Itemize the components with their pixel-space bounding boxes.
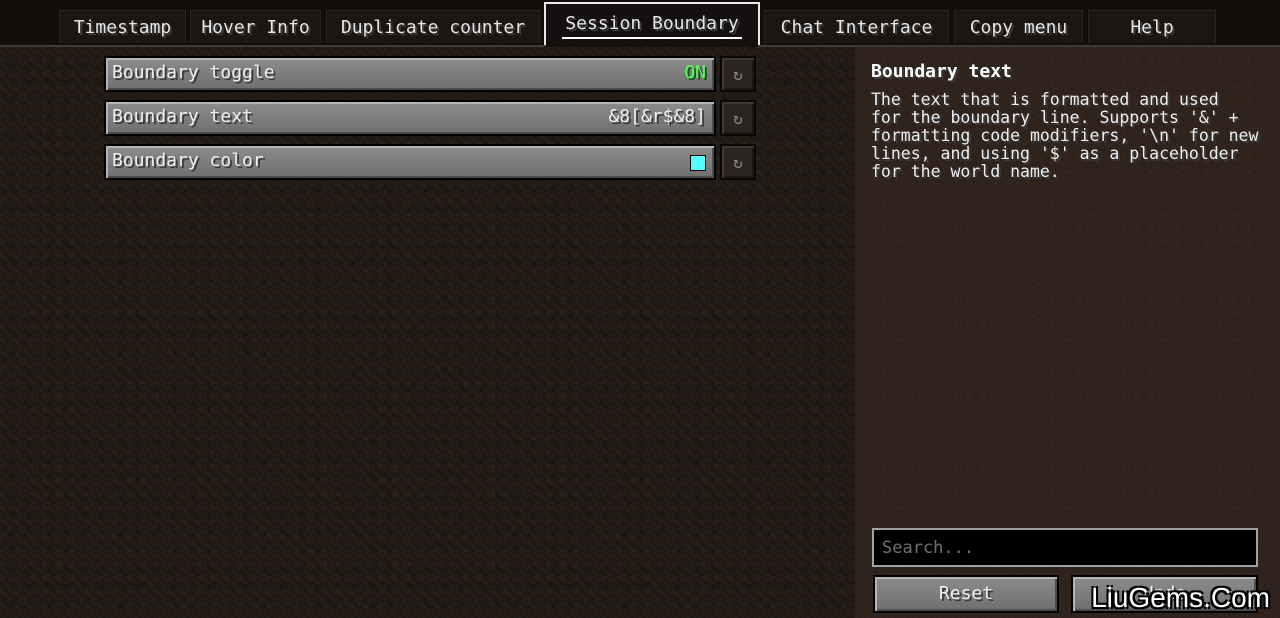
tab-duplicate-counter[interactable]: Duplicate counter (326, 10, 540, 43)
reset-icon: ↻ (733, 65, 743, 84)
tab-copy-menu[interactable]: Copy menu (954, 10, 1083, 43)
option-label: Boundary text (112, 106, 253, 127)
option-row-boundary-text: Boundary text &8[&r$&8] ↻ (104, 100, 756, 136)
watermark: LiuGems.Com (1091, 582, 1270, 613)
reset-icon: ↻ (733, 153, 743, 172)
boundary-toggle-button[interactable]: Boundary toggle ON (104, 56, 716, 92)
boundary-text-value: &8[&r$&8] (608, 106, 706, 127)
option-row-boundary-toggle: Boundary toggle ON ↻ (104, 56, 756, 92)
boundary-color-button[interactable]: Boundary color (104, 144, 716, 180)
tab-session-boundary[interactable]: Session Boundary (544, 2, 760, 47)
description-panel: Boundary text The text that is formatted… (855, 47, 1280, 618)
tab-timestamp[interactable]: Timestamp (59, 10, 186, 43)
option-label: Boundary color (112, 150, 264, 171)
reset-option-button[interactable]: ↻ (720, 100, 756, 136)
reset-option-button[interactable]: ↻ (720, 56, 756, 92)
reset-button[interactable]: Reset (873, 575, 1059, 613)
option-label: Boundary toggle (112, 62, 275, 83)
search-input[interactable] (872, 528, 1258, 567)
tab-bar: Timestamp Hover Info Duplicate counter S… (0, 0, 1280, 47)
reset-icon: ↻ (733, 109, 743, 128)
config-screen: Timestamp Hover Info Duplicate counter S… (0, 0, 1280, 618)
tab-session-boundary-label: Session Boundary (565, 13, 739, 34)
boundary-text-button[interactable]: Boundary text &8[&r$&8] (104, 100, 716, 136)
tab-hover-info[interactable]: Hover Info (190, 10, 321, 43)
active-tab-indicator (562, 37, 742, 39)
tab-help[interactable]: Help (1088, 10, 1216, 43)
description-title: Boundary text (871, 61, 1012, 82)
tab-chat-interface[interactable]: Chat Interface (764, 10, 949, 43)
color-swatch (690, 155, 706, 171)
toggle-state-value: ON (684, 62, 706, 83)
reset-option-button[interactable]: ↻ (720, 144, 756, 180)
option-row-boundary-color: Boundary color ↻ (104, 144, 756, 180)
description-text: The text that is formatted and used for … (871, 90, 1259, 181)
